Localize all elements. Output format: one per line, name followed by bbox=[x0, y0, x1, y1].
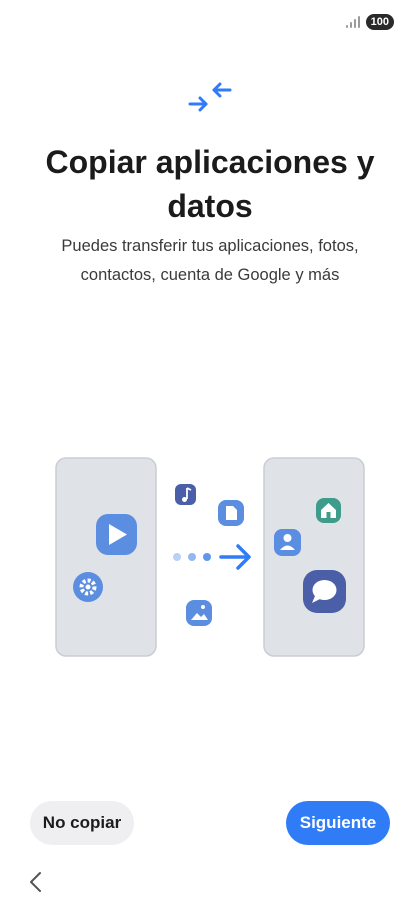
video-play-icon bbox=[96, 514, 137, 555]
signal-bars-icon bbox=[345, 16, 360, 28]
action-bar: No copiar Siguiente bbox=[30, 801, 390, 845]
transfer-illustration bbox=[55, 457, 365, 657]
message-icon bbox=[303, 570, 346, 613]
image-icon bbox=[186, 600, 212, 626]
chevron-left-icon[interactable] bbox=[26, 870, 46, 894]
settings-icon bbox=[73, 572, 103, 602]
next-button[interactable]: Siguiente bbox=[286, 801, 390, 845]
music-note-icon bbox=[175, 484, 196, 505]
battery-badge: 100 bbox=[365, 14, 394, 30]
page-title: Copiar aplicaciones y datos bbox=[45, 144, 375, 224]
home-icon bbox=[316, 498, 341, 523]
source-phone bbox=[55, 457, 157, 657]
target-phone bbox=[263, 457, 365, 657]
contact-icon bbox=[274, 529, 301, 556]
page-subtitle: Puedes transferir tus aplicaciones, foto… bbox=[61, 237, 359, 284]
status-bar: 100 bbox=[345, 14, 394, 30]
arrow-right-icon bbox=[173, 544, 251, 570]
transfer-arrows-icon bbox=[188, 82, 232, 112]
skip-button[interactable]: No copiar bbox=[30, 801, 134, 845]
document-icon bbox=[218, 500, 244, 526]
